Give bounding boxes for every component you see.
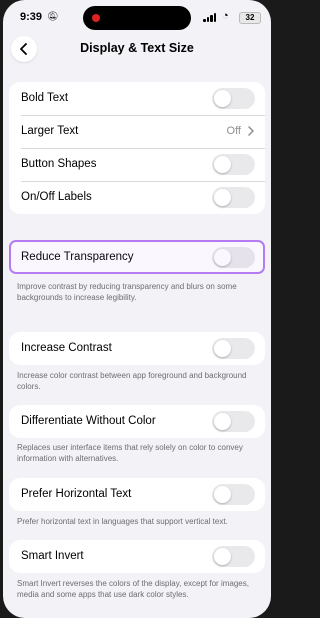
phone-screen: 9:39 🔕︎ ◔ 32 Display & Text Size Bold Te… (3, 0, 271, 618)
page-title: Display & Text Size (80, 41, 194, 55)
larger-text-label: Larger Text (21, 125, 79, 137)
wifi-icon: ◔ (222, 10, 229, 22)
differentiate-group: Differentiate Without Color (9, 405, 265, 438)
dynamic-island (83, 6, 191, 30)
status-bar: 9:39 🔕︎ ◔ 32 (3, 0, 271, 32)
horizontal-text-label: Prefer Horizontal Text (21, 488, 132, 500)
smart-invert-label: Smart Invert (21, 550, 84, 562)
on-off-labels-label: On/Off Labels (21, 191, 92, 203)
bold-text-label: Bold Text (21, 92, 69, 104)
text-options-group: Bold Text Larger Text Off Button Shapes … (9, 82, 265, 214)
horizontal-text-description: Prefer horizontal text in languages that… (17, 517, 228, 526)
smart-invert-group: Smart Invert (9, 540, 265, 573)
smart-invert-row: Smart Invert (9, 540, 265, 573)
button-shapes-toggle[interactable] (212, 154, 255, 175)
recording-indicator-icon (92, 14, 100, 22)
differentiate-label: Differentiate Without Color (21, 415, 156, 427)
horizontal-text-toggle[interactable] (212, 484, 255, 505)
on-off-labels-row: On/Off Labels (9, 181, 265, 214)
increase-contrast-row: Increase Contrast (9, 332, 265, 365)
on-off-labels-toggle[interactable] (212, 187, 255, 208)
increase-contrast-toggle[interactable] (212, 338, 255, 359)
differentiate-row: Differentiate Without Color (9, 405, 265, 438)
larger-text-row[interactable]: Larger Text Off (9, 115, 265, 148)
status-time: 9:39 (20, 11, 43, 23)
horizontal-text-row: Prefer Horizontal Text (9, 478, 265, 511)
bold-text-row: Bold Text (9, 82, 265, 115)
highlight-box (9, 240, 265, 274)
button-shapes-label: Button Shapes (21, 158, 97, 170)
smart-invert-description: Smart Invert reverses the colors of the … (17, 579, 249, 599)
increase-contrast-description: Increase color contrast between app fore… (17, 371, 247, 391)
smart-invert-toggle[interactable] (212, 546, 255, 567)
increase-contrast-group: Increase Contrast (9, 332, 265, 365)
differentiate-description: Replaces user interface items that rely … (17, 443, 243, 463)
reduce-transparency-description: Improve contrast by reducing transparenc… (17, 282, 237, 302)
larger-text-value: Off (226, 125, 241, 137)
chevron-right-icon (248, 126, 254, 136)
bold-text-toggle[interactable] (212, 88, 255, 109)
battery-icon: 32 (239, 12, 261, 24)
differentiate-toggle[interactable] (212, 411, 255, 432)
increase-contrast-label: Increase Contrast (21, 342, 112, 354)
mute-bell-icon: 🔕︎ (47, 11, 59, 21)
horizontal-text-group: Prefer Horizontal Text (9, 478, 265, 511)
button-shapes-row: Button Shapes (9, 148, 265, 181)
signal-icon (203, 13, 217, 22)
